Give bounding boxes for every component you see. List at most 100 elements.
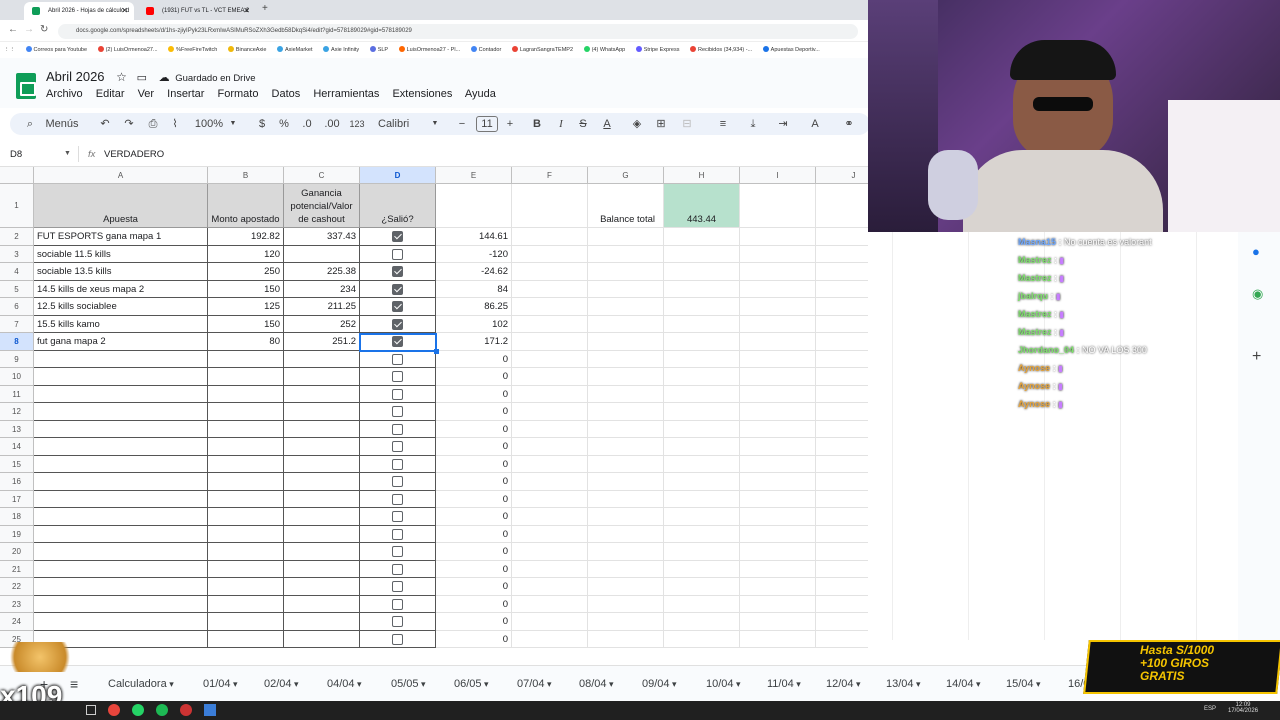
cell[interactable] bbox=[816, 596, 868, 613]
cell-e[interactable]: 144.61 bbox=[436, 228, 512, 246]
cell-b[interactable]: 250 bbox=[208, 263, 284, 281]
chevron-down-icon[interactable]: ▾ bbox=[231, 679, 238, 689]
checkbox-cell[interactable] bbox=[360, 578, 436, 596]
maps-icon[interactable]: ◉ bbox=[1252, 286, 1263, 302]
chevron-down-icon[interactable]: ▾ bbox=[482, 679, 489, 689]
cell[interactable] bbox=[740, 298, 816, 316]
row-header[interactable]: 10 bbox=[0, 368, 34, 386]
cell-a[interactable] bbox=[34, 403, 208, 421]
menu-formato[interactable]: Formato bbox=[218, 88, 259, 100]
unchecked-checkbox-icon[interactable] bbox=[392, 458, 403, 470]
reload-icon[interactable]: ↻ bbox=[40, 24, 48, 35]
cell-c[interactable]: 211.25 bbox=[284, 298, 360, 316]
font-select[interactable]: Calibri bbox=[378, 113, 422, 135]
cell[interactable] bbox=[740, 280, 816, 298]
sheet-tab[interactable]: 05/05 ▾ bbox=[391, 666, 426, 702]
cell[interactable] bbox=[512, 595, 588, 613]
cell[interactable] bbox=[588, 473, 664, 491]
forward-arrow-icon[interactable]: → bbox=[24, 24, 34, 35]
menu-archivo[interactable]: Archivo bbox=[46, 88, 83, 100]
menu-insertar[interactable]: Insertar bbox=[167, 88, 204, 100]
cell-e[interactable]: 0 bbox=[436, 385, 512, 403]
cell-a[interactable]: 15.5 kills kamo bbox=[34, 315, 208, 333]
row-header[interactable]: 18 bbox=[0, 508, 34, 526]
select-all-corner[interactable] bbox=[0, 167, 34, 184]
cell[interactable] bbox=[816, 403, 868, 421]
star-icon[interactable]: ☆ bbox=[116, 70, 127, 84]
sheet-tab[interactable]: 09/04 ▾ bbox=[642, 666, 677, 702]
cell[interactable] bbox=[664, 315, 740, 333]
borders-icon[interactable]: ⊞ bbox=[654, 113, 668, 135]
cell[interactable] bbox=[664, 630, 740, 648]
col-header-i[interactable]: I bbox=[740, 167, 816, 184]
unchecked-checkbox-icon[interactable] bbox=[392, 388, 403, 400]
cell[interactable] bbox=[664, 595, 740, 613]
cell[interactable] bbox=[740, 613, 816, 631]
row-header[interactable]: 22 bbox=[0, 578, 34, 596]
bookmark[interactable]: BinanceAxie bbox=[227, 42, 266, 58]
cell[interactable] bbox=[588, 490, 664, 508]
cell-b[interactable]: 120 bbox=[208, 245, 284, 263]
cell[interactable] bbox=[588, 525, 664, 543]
merge-cells-icon[interactable]: ⊟ bbox=[680, 113, 694, 135]
cell[interactable] bbox=[664, 438, 740, 456]
doc-title[interactable]: Abril 2026 bbox=[46, 69, 105, 84]
sheet-tab[interactable]: 14/04 ▾ bbox=[946, 666, 981, 702]
row-header[interactable]: 8 bbox=[0, 333, 34, 351]
menu-ayuda[interactable]: Ayuda bbox=[465, 88, 496, 100]
chevron-down-icon[interactable]: ▾ bbox=[607, 679, 614, 689]
cell[interactable] bbox=[816, 368, 868, 386]
fill-handle[interactable] bbox=[434, 349, 439, 354]
cell[interactable] bbox=[816, 228, 868, 246]
checkbox-cell[interactable] bbox=[360, 350, 436, 368]
cell[interactable] bbox=[512, 298, 588, 316]
cell[interactable] bbox=[740, 630, 816, 648]
cell[interactable] bbox=[816, 631, 868, 648]
apps-grid-icon[interactable]: ⋮⋮ bbox=[4, 42, 15, 58]
cell[interactable] bbox=[512, 333, 588, 351]
cell[interactable] bbox=[664, 228, 740, 246]
cell[interactable] bbox=[740, 350, 816, 368]
checkbox-cell[interactable] bbox=[360, 403, 436, 421]
cell[interactable] bbox=[512, 350, 588, 368]
col-header-g[interactable]: G bbox=[588, 167, 664, 184]
cell-e[interactable]: 0 bbox=[436, 350, 512, 368]
cell-c[interactable] bbox=[284, 508, 360, 526]
header-ganancia[interactable]: Ganancia potencial/Valor de cashout bbox=[284, 184, 360, 228]
cell-e[interactable]: 0 bbox=[436, 403, 512, 421]
cell[interactable] bbox=[436, 184, 512, 228]
checkbox-cell[interactable] bbox=[360, 595, 436, 613]
row-header[interactable]: 7 bbox=[0, 315, 34, 333]
cell[interactable] bbox=[588, 385, 664, 403]
cell-a[interactable] bbox=[34, 473, 208, 491]
cell-a[interactable] bbox=[34, 613, 208, 631]
chevron-down-icon[interactable]: ▾ bbox=[1034, 679, 1041, 689]
cell[interactable] bbox=[664, 245, 740, 263]
cell[interactable] bbox=[816, 456, 868, 473]
chevron-down-icon[interactable]: ▼ bbox=[228, 113, 238, 135]
redo-icon[interactable]: ↷ bbox=[122, 113, 136, 135]
row-header[interactable]: 21 bbox=[0, 560, 34, 578]
cell[interactable] bbox=[740, 525, 816, 543]
bookmark[interactable]: Apuestas Deportiv... bbox=[762, 42, 820, 58]
cell-e[interactable]: 0 bbox=[436, 420, 512, 438]
cell-e[interactable]: 84 bbox=[436, 280, 512, 298]
row-header[interactable]: 4 bbox=[0, 263, 34, 281]
checkbox-cell[interactable] bbox=[360, 385, 436, 403]
cell[interactable] bbox=[512, 560, 588, 578]
cell-c[interactable] bbox=[284, 420, 360, 438]
strikethrough-icon[interactable]: S bbox=[576, 113, 590, 135]
fill-color-icon[interactable]: ◈ bbox=[630, 113, 644, 135]
cell-c[interactable]: 252 bbox=[284, 315, 360, 333]
cell[interactable] bbox=[512, 245, 588, 263]
cell[interactable] bbox=[816, 316, 868, 333]
sheet-tab[interactable]: 01/04 ▾ bbox=[203, 666, 238, 702]
cell-a[interactable] bbox=[34, 508, 208, 526]
col-header-b[interactable]: B bbox=[208, 167, 284, 184]
cell[interactable] bbox=[588, 368, 664, 386]
cell-b[interactable] bbox=[208, 525, 284, 543]
percent-format-button[interactable]: % bbox=[278, 113, 290, 135]
chevron-down-icon[interactable]: ▾ bbox=[854, 679, 861, 689]
cell[interactable] bbox=[512, 630, 588, 648]
header-salio[interactable]: ¿Salió? bbox=[360, 184, 436, 228]
